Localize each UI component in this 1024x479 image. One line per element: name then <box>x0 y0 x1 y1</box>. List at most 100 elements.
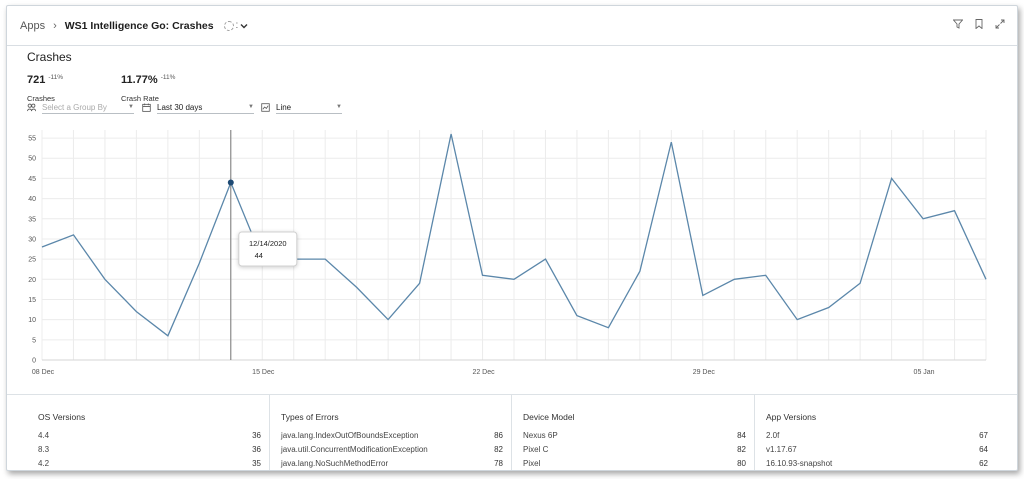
y-tick-label: 0 <box>32 358 36 365</box>
header-actions <box>953 19 1005 29</box>
metric-value: 721 <box>27 74 46 86</box>
metric-crashes: 721 -11% Crashes <box>27 70 63 103</box>
list-item[interactable]: v1.17.67 64 <box>766 445 988 454</box>
chart-type-select[interactable]: Line ▼ <box>261 101 342 114</box>
panel-title: OS Versions <box>38 412 86 422</box>
list-item[interactable]: 8.3 36 <box>38 445 261 454</box>
row-name: 16.10.93-snapshot <box>766 459 833 468</box>
list-item[interactable]: java.lang.IndexOutOfBoundsException 86 <box>281 431 503 440</box>
panel-device-model: Device Model Nexus 6P 84 Pixel C 82 Pixel 8… <box>511 395 754 470</box>
row-value: 80 <box>737 459 746 468</box>
expand-icon[interactable] <box>995 19 1005 29</box>
list-item[interactable]: 2.0f 67 <box>766 431 988 440</box>
y-tick-label: 50 <box>28 156 36 163</box>
date-range-field[interactable]: Last 30 days ▼ <box>157 101 254 114</box>
x-tick-label: 15 Dec <box>252 369 275 376</box>
row-value: 82 <box>494 445 503 454</box>
tooltip-value: 44 <box>255 251 263 260</box>
panel-types-of-errors: Types of Errors java.lang.IndexOutOfBoun… <box>269 395 511 470</box>
y-tick-label: 55 <box>28 136 36 143</box>
filter-icon[interactable] <box>953 19 963 29</box>
breakdown-panels: OS Versions 4.4 36 8.3 36 4.2 35 Types of E… <box>7 394 1017 470</box>
metric-delta: -11% <box>160 74 176 81</box>
group-by-placeholder: Select a Group By <box>42 102 107 112</box>
list-item[interactable]: java.util.ConcurrentModificationExceptio… <box>281 445 503 454</box>
row-value: 84 <box>737 431 746 440</box>
calendar-icon <box>142 103 151 112</box>
list-item[interactable]: Pixel 80 <box>523 459 746 468</box>
y-tick-label: 20 <box>28 277 36 284</box>
bookmark-icon[interactable] <box>974 19 984 29</box>
chevron-down-icon <box>240 23 248 28</box>
crashes-line-chart[interactable]: 0 5 10 15 20 25 30 35 40 45 50 55 08 Dec 15 Dec 22 Dec… <box>7 126 1017 388</box>
y-tick-label: 25 <box>28 257 36 264</box>
list-item[interactable]: java.lang.NoSuchMethodError 78 <box>281 459 503 468</box>
more-dots-icon: : <box>235 20 239 31</box>
chart-type-field[interactable]: Line ▼ <box>276 101 342 114</box>
section-title: Crashes <box>27 50 72 64</box>
date-range-select[interactable]: Last 30 days ▼ <box>142 101 254 114</box>
breadcrumb: Apps › WS1 Intelligence Go: Crashes <box>20 20 214 32</box>
chart-type-icon <box>261 103 270 112</box>
panel-title: Device Model <box>523 412 575 422</box>
dashboard-card: Apps › WS1 Intelligence Go: Crashes : Cr… <box>6 5 1018 471</box>
row-name: Pixel C <box>523 445 549 454</box>
row-value: 64 <box>979 445 988 454</box>
y-tick-label: 45 <box>28 176 36 183</box>
status-dropdown[interactable]: : <box>223 20 249 31</box>
header-bar: Apps › WS1 Intelligence Go: Crashes : <box>7 6 1017 46</box>
x-tick-label: 08 Dec <box>32 369 55 376</box>
page-title: WS1 Intelligence Go: Crashes <box>64 19 214 32</box>
row-value: 82 <box>737 445 746 454</box>
row-name: 8.3 <box>38 445 50 454</box>
tooltip-box <box>238 231 298 267</box>
row-name: java.lang.NoSuchMethodError <box>281 459 389 468</box>
metric-crash-rate: 11.77% -11% Crash Rate <box>121 70 175 103</box>
row-value: 62 <box>979 459 988 468</box>
metric-value: 11.77% <box>121 74 158 86</box>
breadcrumb-apps-link[interactable]: Apps <box>20 20 45 32</box>
row-value: 36 <box>252 445 261 454</box>
row-name: 2.0f <box>766 431 780 440</box>
y-tick-label: 30 <box>28 236 36 243</box>
chevron-right-icon: › <box>53 19 57 32</box>
panel-os-versions: OS Versions 4.4 36 8.3 36 4.2 35 <box>27 395 269 470</box>
row-name: 4.4 <box>38 431 50 440</box>
row-name: Nexus 6P <box>523 431 558 440</box>
row-name: 4.2 <box>38 459 50 468</box>
row-value: 78 <box>494 459 503 468</box>
row-value: 35 <box>252 459 261 468</box>
row-name: java.lang.IndexOutOfBoundsException <box>281 431 419 440</box>
chart-type-value: Line <box>276 102 292 112</box>
y-tick-label: 10 <box>28 317 36 324</box>
row-name: v1.17.67 <box>766 445 797 454</box>
caret-down-icon: ▼ <box>128 104 134 110</box>
chart-tooltip: 12/14/2020 44 <box>238 231 298 267</box>
y-tick-label: 35 <box>28 216 36 223</box>
row-value: 86 <box>494 431 503 440</box>
panel-app-versions: App Versions 2.0f 67 v1.17.67 64 16.10.93-… <box>754 395 996 470</box>
list-item[interactable]: Pixel C 82 <box>523 445 746 454</box>
row-name: java.util.ConcurrentModificationExceptio… <box>281 445 428 454</box>
group-icon <box>27 103 36 112</box>
group-by-field[interactable]: Select a Group By ▼ <box>42 101 134 114</box>
y-tick-label: 40 <box>28 196 36 203</box>
x-tick-label: 22 Dec <box>472 369 495 376</box>
list-item[interactable]: Nexus 6P 84 <box>523 431 746 440</box>
data-point-highlight[interactable] <box>227 179 234 186</box>
caret-down-icon: ▼ <box>336 104 342 110</box>
caret-down-icon: ▼ <box>248 104 254 110</box>
list-item[interactable]: 4.2 35 <box>38 459 261 468</box>
metric-delta: -11% <box>48 74 64 81</box>
list-item[interactable]: 16.10.93-snapshot 62 <box>766 459 988 468</box>
list-item[interactable]: 4.4 36 <box>38 431 261 440</box>
row-name: Pixel <box>523 459 541 468</box>
row-value: 67 <box>979 431 988 440</box>
x-tick-label: 29 Dec <box>693 369 716 376</box>
row-value: 36 <box>252 431 261 440</box>
group-by-select[interactable]: Select a Group By ▼ <box>27 101 134 114</box>
y-tick-label: 5 <box>32 337 36 344</box>
status-icon <box>223 20 234 31</box>
tooltip-date: 12/14/2020 <box>249 239 287 248</box>
date-range-value: Last 30 days <box>157 102 203 112</box>
